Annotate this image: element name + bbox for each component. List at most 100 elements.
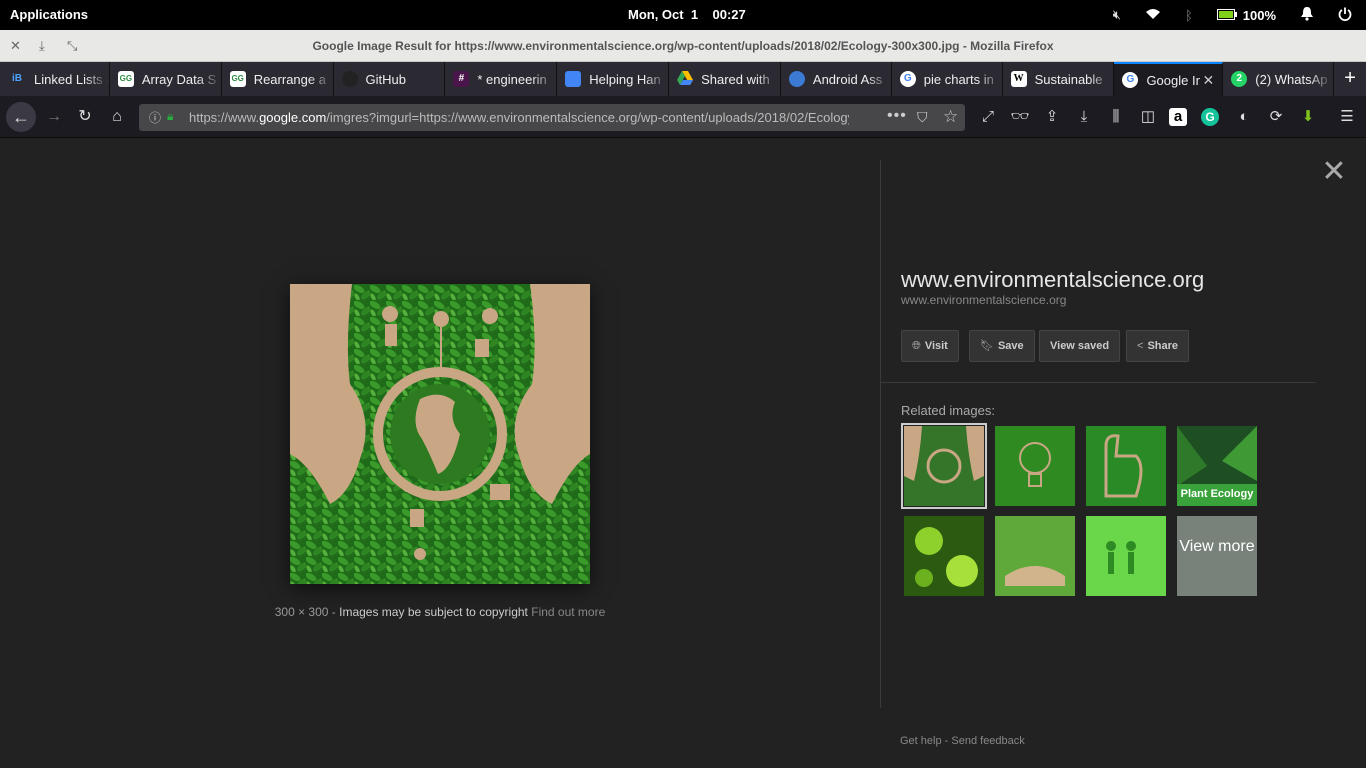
tab-label: GitHub bbox=[365, 71, 406, 87]
tab-label: (2) WhatsAp bbox=[1255, 71, 1328, 87]
related-image-2[interactable] bbox=[995, 426, 1075, 506]
bookmark-icon: 🔖︎ bbox=[980, 340, 994, 352]
related-image-7[interactable] bbox=[1086, 516, 1166, 596]
globe-icon: 🌐︎ bbox=[912, 340, 921, 352]
tab-github[interactable]: GitHub bbox=[334, 62, 446, 96]
forward-button[interactable]: → bbox=[41, 104, 67, 130]
android-studio-icon bbox=[788, 71, 805, 87]
download-arrow-icon[interactable]: ⬇ bbox=[1297, 106, 1319, 128]
amazon-icon[interactable]: a bbox=[1169, 108, 1187, 126]
tab-label: * engineerin bbox=[477, 71, 547, 87]
tab-label: pie charts in bbox=[923, 71, 994, 87]
google-icon: G bbox=[899, 71, 916, 87]
view-more-label: View more bbox=[1179, 538, 1255, 555]
find-out-more-link[interactable]: Find out more bbox=[531, 605, 605, 619]
site-title[interactable]: www.environmentalscience.org bbox=[901, 267, 1204, 293]
url-prefix: https://www. bbox=[189, 110, 260, 125]
power-icon[interactable] bbox=[1338, 7, 1352, 24]
ecology-main-image[interactable] bbox=[290, 284, 590, 584]
home-button[interactable]: ⌂ bbox=[104, 104, 130, 130]
related-images-label: Related images: bbox=[901, 403, 995, 418]
share-icon: < bbox=[1137, 340, 1144, 352]
upload-icon[interactable]: ⇪ bbox=[1041, 106, 1063, 128]
window-title-bar: ✕ ⤓ ⤡ Google Image Result for https://ww… bbox=[0, 30, 1366, 62]
share-button[interactable]: < Share bbox=[1126, 330, 1190, 362]
battery-percentage: 100% bbox=[1242, 7, 1276, 23]
tab-sustainable[interactable]: W Sustainable bbox=[1003, 62, 1115, 96]
close-icon[interactable]: ✕ bbox=[1320, 157, 1348, 187]
back-button[interactable]: ← bbox=[6, 102, 36, 132]
bluetooth-icon[interactable]: ᛒ bbox=[1185, 8, 1193, 23]
view-saved-button[interactable]: View saved bbox=[1039, 330, 1121, 362]
get-help-link[interactable]: Get help bbox=[900, 735, 942, 747]
tab-label: Linked Lists - bbox=[34, 71, 109, 87]
notification-bell-icon[interactable] bbox=[1300, 6, 1314, 24]
tab-shared-with[interactable]: Shared with bbox=[669, 62, 781, 96]
panel-horizontal-divider bbox=[881, 382, 1316, 383]
tab-close-icon[interactable]: ✕ bbox=[1203, 72, 1215, 89]
reload-button[interactable]: ↻ bbox=[72, 104, 98, 130]
google-icon: G bbox=[1122, 72, 1139, 88]
slack-hash-icon: # bbox=[453, 71, 470, 87]
fullscreen-icon[interactable]: ⤢ bbox=[977, 106, 999, 128]
view-saved-label: View saved bbox=[1050, 340, 1110, 352]
save-button[interactable]: 🔖︎ Save bbox=[969, 330, 1035, 362]
tab-strip: iB Linked Lists - GG Array Data S GG Rea… bbox=[0, 62, 1366, 96]
url-bar[interactable]: ⓘ 🔒︎ https://www.google.com/imgres?imgur… bbox=[139, 104, 965, 131]
save-label: Save bbox=[997, 340, 1024, 352]
applications-menu[interactable]: Applications bbox=[10, 7, 88, 22]
sync-icon[interactable]: ⟳ bbox=[1265, 106, 1287, 128]
footer: Get help - Send feedback bbox=[900, 735, 1025, 747]
send-feedback-link[interactable]: Send feedback bbox=[951, 735, 1024, 747]
extension-icon[interactable]: ◐ bbox=[1233, 106, 1255, 128]
volume-muted-icon[interactable]: 🔇︎ bbox=[1113, 7, 1121, 23]
footer-separator: - bbox=[944, 735, 949, 747]
related-caption: Plant Ecology bbox=[1180, 488, 1254, 500]
tab-label: Google In bbox=[1146, 72, 1201, 88]
tab-pie-charts[interactable]: G pie charts in bbox=[892, 62, 1003, 96]
info-icon[interactable]: ⓘ bbox=[149, 109, 161, 126]
tab-linked-lists[interactable]: iB Linked Lists - bbox=[0, 62, 110, 96]
bookmark-star-icon[interactable]: ☆ bbox=[943, 107, 958, 127]
geeksforgeeks-icon: GG bbox=[229, 71, 246, 87]
tab-engineering-slack[interactable]: # * engineerin bbox=[445, 62, 558, 96]
sidebar-icon[interactable]: ◫ bbox=[1137, 106, 1159, 128]
meta-separator: - bbox=[331, 605, 336, 619]
new-tab-button[interactable]: + bbox=[1334, 62, 1366, 96]
related-image-3[interactable] bbox=[1086, 426, 1166, 506]
tab-rearrange[interactable]: GG Rearrange a bbox=[222, 62, 334, 96]
url-domain: google.com bbox=[259, 110, 327, 125]
page-actions-icon[interactable]: ••• bbox=[887, 107, 907, 125]
related-image-1[interactable] bbox=[901, 423, 987, 509]
battery-icon[interactable] bbox=[1216, 8, 1237, 23]
related-image-4[interactable]: Plant Ecology bbox=[1177, 426, 1257, 506]
related-image-5[interactable] bbox=[904, 516, 984, 596]
visit-button[interactable]: 🌐︎ Visit bbox=[901, 330, 959, 362]
tab-helping-hand[interactable]: Helping Han bbox=[557, 62, 670, 96]
pocket-icon[interactable]: ⛉ bbox=[917, 109, 928, 126]
site-url[interactable]: www.environmentalscience.org bbox=[901, 293, 1066, 307]
grammarly-icon[interactable]: G bbox=[1201, 108, 1219, 126]
geeksforgeeks-icon: GG bbox=[117, 71, 134, 87]
tab-whatsapp[interactable]: 2 (2) WhatsAp bbox=[1223, 62, 1335, 96]
clock[interactable]: Mon, Oct 1 00:27 bbox=[628, 7, 746, 22]
library-icon[interactable]: ⫼ bbox=[1105, 106, 1127, 128]
ib-favicon-icon: iB bbox=[12, 73, 22, 84]
wifi-icon[interactable] bbox=[1145, 8, 1161, 23]
image-dimensions: 300 × 300 bbox=[274, 605, 329, 619]
tab-array-data[interactable]: GG Array Data S bbox=[110, 62, 222, 96]
tab-label: Shared with bbox=[701, 71, 770, 87]
related-view-more[interactable]: View more bbox=[1177, 516, 1257, 596]
hamburger-menu-icon[interactable]: ☰ bbox=[1336, 106, 1358, 128]
github-icon bbox=[341, 71, 358, 87]
whatsapp-icon: 2 bbox=[1231, 71, 1248, 87]
url-text[interactable]: https://www.google.com/imgres?imgurl=htt… bbox=[189, 110, 849, 125]
related-image-6[interactable] bbox=[995, 516, 1075, 596]
system-top-panel: Applications Mon, Oct 1 00:27 🔇︎ ᛒ 100% bbox=[0, 0, 1366, 30]
tab-google-images[interactable]: G Google In ✕ bbox=[1114, 62, 1224, 96]
panel-divider bbox=[880, 160, 881, 708]
private-mask-icon[interactable]: 👓︎ bbox=[1009, 106, 1031, 128]
downloads-icon[interactable]: ⤓ bbox=[1073, 106, 1095, 128]
lock-icon[interactable]: 🔒︎ bbox=[167, 109, 173, 124]
tab-android-assets[interactable]: Android Ass bbox=[781, 62, 892, 96]
